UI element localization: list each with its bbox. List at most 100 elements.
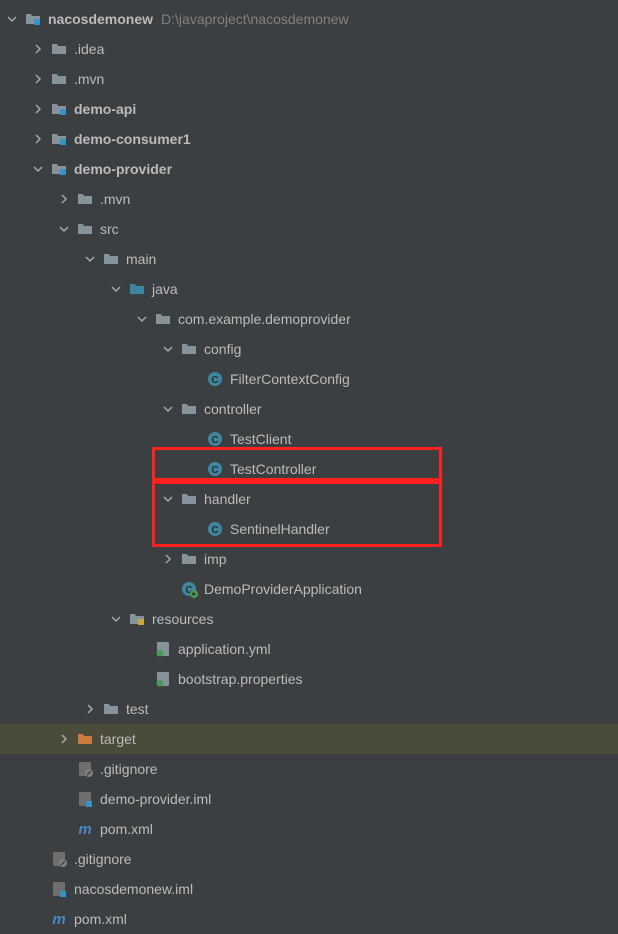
- tree-item--gitignore[interactable]: .gitignore: [0, 844, 618, 874]
- gitignore-icon: [76, 760, 94, 778]
- tree-item-java[interactable]: java: [0, 274, 618, 304]
- maven-icon: m: [76, 820, 94, 838]
- tree-item-resources[interactable]: resources: [0, 604, 618, 634]
- tree-item-label: bootstrap.properties: [178, 671, 303, 687]
- tree-item-label: config: [204, 341, 241, 357]
- tree-item-label: com.example.demoprovider: [178, 311, 351, 327]
- class-icon: C: [206, 460, 224, 478]
- tree-item-com-example-demoprovider[interactable]: com.example.demoprovider: [0, 304, 618, 334]
- chevron-down-icon[interactable]: [134, 311, 150, 327]
- resources-folder-icon: [128, 610, 146, 628]
- src-folder-icon: [128, 280, 146, 298]
- folder-icon: [76, 190, 94, 208]
- tree-item-label: imp: [204, 551, 227, 567]
- class-icon: C: [206, 370, 224, 388]
- tree-item-label: .mvn: [100, 191, 130, 207]
- tree-item-demo-provider[interactable]: demo-provider: [0, 154, 618, 184]
- tree-item-label: .idea: [74, 41, 104, 57]
- tree-item-label: demo-provider: [74, 161, 172, 177]
- module-folder-icon: [24, 10, 42, 28]
- project-tree[interactable]: nacosdemonewD:\javaproject\nacosdemonew.…: [0, 4, 618, 934]
- tree-item--idea[interactable]: .idea: [0, 34, 618, 64]
- tree-item-application-yml[interactable]: application.yml: [0, 634, 618, 664]
- tree-item-demoproviderapplication[interactable]: CDemoProviderApplication: [0, 574, 618, 604]
- chevron-down-icon[interactable]: [30, 161, 46, 177]
- tree-item-sentinelhandler[interactable]: CSentinelHandler: [0, 514, 618, 544]
- tree-item-testclient[interactable]: C TestClient: [0, 424, 618, 454]
- tree-item-imp[interactable]: imp: [0, 544, 618, 574]
- chevron-down-icon[interactable]: [56, 221, 72, 237]
- tree-item-label: java: [152, 281, 178, 297]
- package-icon: [180, 550, 198, 568]
- folder-icon: [102, 700, 120, 718]
- chevron-right-icon[interactable]: [160, 551, 176, 567]
- chevron-down-icon[interactable]: [108, 281, 124, 297]
- module-folder-icon: [50, 160, 68, 178]
- chevron-placeholder: [160, 581, 176, 597]
- chevron-placeholder: [186, 521, 202, 537]
- class-icon: C: [206, 520, 224, 538]
- tree-item-config[interactable]: config: [0, 334, 618, 364]
- tree-item-filtercontextconfig[interactable]: CFilterContextConfig: [0, 364, 618, 394]
- chevron-right-icon[interactable]: [56, 191, 72, 207]
- tree-item-test[interactable]: test: [0, 694, 618, 724]
- tree-item-demo-provider-iml[interactable]: demo-provider.iml: [0, 784, 618, 814]
- tree-item-label: application.yml: [178, 641, 271, 657]
- tree-item-target[interactable]: target: [0, 724, 618, 754]
- tree-item-pom-xml[interactable]: mpom.xml: [0, 814, 618, 844]
- chevron-right-icon[interactable]: [30, 71, 46, 87]
- chevron-placeholder: [30, 851, 46, 867]
- chevron-down-icon[interactable]: [160, 341, 176, 357]
- svg-text:C: C: [211, 435, 218, 446]
- tree-item-pom-xml[interactable]: m pom.xml: [0, 904, 618, 934]
- chevron-down-icon[interactable]: [108, 611, 124, 627]
- tree-item-src[interactable]: src: [0, 214, 618, 244]
- chevron-down-icon[interactable]: [82, 251, 98, 267]
- chevron-right-icon[interactable]: [56, 731, 72, 747]
- tree-item-label: nacosdemonew.iml: [74, 881, 193, 897]
- tree-item-nacosdemonew[interactable]: nacosdemonewD:\javaproject\nacosdemonew: [0, 4, 618, 34]
- svg-text:m: m: [78, 821, 91, 838]
- module-folder-icon: [50, 100, 68, 118]
- iml-icon: [50, 880, 68, 898]
- tree-item-controller[interactable]: controller: [0, 394, 618, 424]
- chevron-down-icon[interactable]: [4, 11, 20, 27]
- tree-item-nacosdemonew-iml[interactable]: nacosdemonew.iml: [0, 874, 618, 904]
- chevron-right-icon[interactable]: [82, 701, 98, 717]
- chevron-right-icon[interactable]: [30, 101, 46, 117]
- tree-item-bootstrap-properties[interactable]: bootstrap.properties: [0, 664, 618, 694]
- tree-item-label: controller: [204, 401, 262, 417]
- module-folder-icon: [50, 130, 68, 148]
- tree-item-label: src: [100, 221, 119, 237]
- svg-text:C: C: [211, 465, 218, 476]
- folder-icon: [50, 40, 68, 58]
- tree-item-label: pom.xml: [74, 911, 127, 927]
- tree-item--mvn[interactable]: .mvn: [0, 64, 618, 94]
- chevron-right-icon[interactable]: [30, 131, 46, 147]
- chevron-right-icon[interactable]: [30, 41, 46, 57]
- chevron-placeholder: [186, 461, 202, 477]
- chevron-placeholder: [56, 791, 72, 807]
- tree-item-label: demo-provider.iml: [100, 791, 211, 807]
- tree-item-handler[interactable]: handler: [0, 484, 618, 514]
- tree-item-label: TestClient: [230, 431, 291, 447]
- tree-item-label: DemoProviderApplication: [204, 581, 362, 597]
- tree-item-main[interactable]: main: [0, 244, 618, 274]
- package-icon: [180, 340, 198, 358]
- folder-icon: [76, 220, 94, 238]
- tree-item-label: main: [126, 251, 156, 267]
- svg-text:m: m: [52, 911, 65, 928]
- gitignore-icon: [50, 850, 68, 868]
- tree-item-label: .gitignore: [74, 851, 132, 867]
- tree-item--gitignore[interactable]: .gitignore: [0, 754, 618, 784]
- maven-icon: m: [50, 910, 68, 928]
- tree-item-label: demo-consumer1: [74, 131, 191, 147]
- package-icon: [180, 490, 198, 508]
- tree-item-testcontroller[interactable]: CTestController: [0, 454, 618, 484]
- tree-item-demo-api[interactable]: demo-api: [0, 94, 618, 124]
- tree-item-demo-consumer1[interactable]: demo-consumer1: [0, 124, 618, 154]
- tree-item--mvn[interactable]: .mvn: [0, 184, 618, 214]
- chevron-down-icon[interactable]: [160, 491, 176, 507]
- class-icon: C: [206, 430, 224, 448]
- chevron-down-icon[interactable]: [160, 401, 176, 417]
